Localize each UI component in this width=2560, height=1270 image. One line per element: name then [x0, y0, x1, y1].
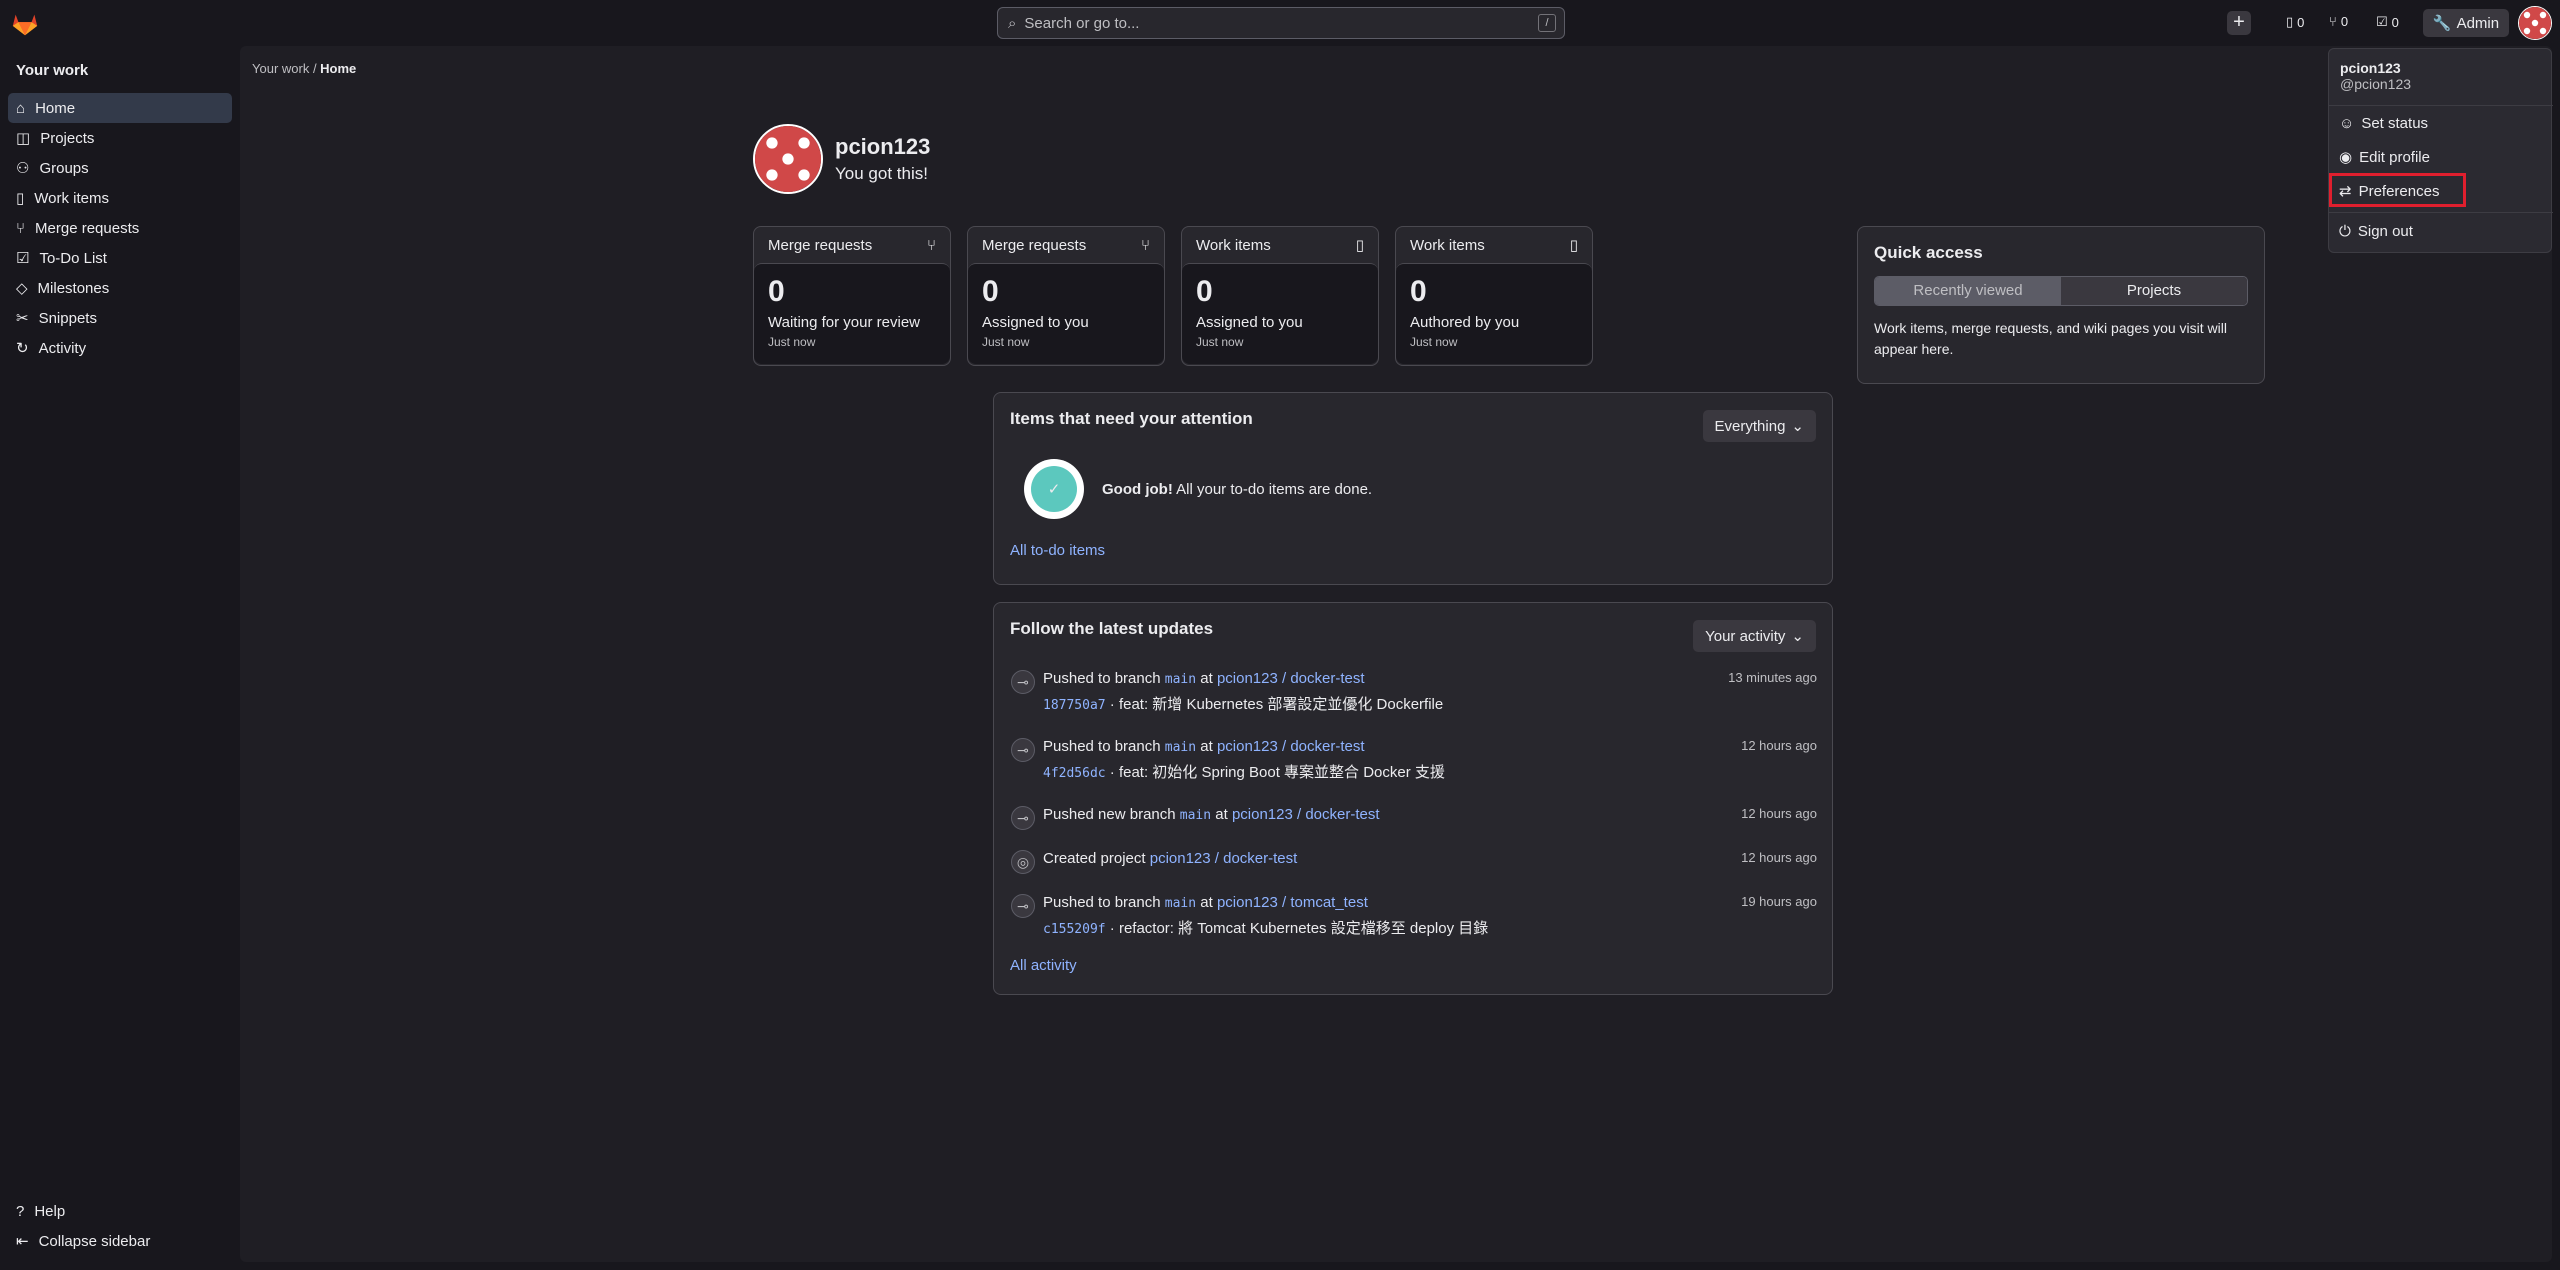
merge-request-icon: ⑂ [926, 236, 936, 254]
success-check-icon: ✓ [1024, 459, 1084, 519]
work-item-icon: ▯ [1355, 237, 1364, 254]
smile-icon: ☺ [2339, 114, 2355, 132]
quick-access-message: Work items, merge requests, and wiki pag… [1874, 320, 2227, 357]
todo-icon: ☑ [16, 250, 30, 267]
wrench-icon: 🔧 [2432, 15, 2452, 32]
edit-profile-menu-item[interactable]: ◉ Edit profile [2339, 145, 2430, 169]
user-menu: pcion123 @pcion123 ☺ Set status ◉ Edit prof… [2328, 48, 2553, 253]
chevron-down-icon: ⌄ [1791, 628, 1804, 645]
attention-card: Items that need your attention Everythin… [993, 392, 1833, 585]
breadcrumb-parent[interactable]: Your work [252, 61, 309, 76]
sign-out-menu-item[interactable]: ⏻ Sign out [2339, 219, 2413, 243]
sidebar-item-work-items[interactable]: ▯ Work items [8, 183, 232, 213]
activity-item: ⊸ Pushed to branch main at pcion123 / doc… [1009, 737, 1817, 805]
user-info: pcion123 @pcion123 [2340, 60, 2412, 92]
metric-card-review[interactable]: Merge requests ⑂ 0 Waiting for your review J… [753, 226, 951, 366]
activity-item: ⊸ Pushed new branch main at pcion123 / do… [1009, 805, 1817, 849]
commit-icon: ⊸ [1011, 806, 1035, 830]
merge-request-icon: ⑂ [16, 219, 26, 237]
groups-icon: ⚇ [16, 160, 30, 177]
work-item-icon: ▯ [1569, 237, 1578, 254]
sidebar-item-home[interactable]: ⌂ Home [8, 93, 232, 123]
commit-icon: ⊸ [1011, 670, 1035, 694]
profile-status: You got this! [835, 164, 928, 183]
menu-separator [2329, 212, 2553, 213]
set-status-menu-item[interactable]: ☺ Set status [2339, 111, 2428, 135]
sidebar-item-todo-list[interactable]: ☑ To-Do List [8, 243, 232, 273]
profile-header: pcion123 You got this! [753, 124, 930, 194]
metric-card-work-authored[interactable]: Work items ▯ 0 Authored by you Just now [1395, 226, 1593, 366]
create-new-button[interactable]: + [2227, 11, 2251, 35]
search-placeholder: Search or go to... [1024, 14, 1140, 32]
quick-access-card: Quick access Recently viewed Projects Wor… [1857, 226, 2265, 384]
everything-dropdown[interactable]: Everything ⌄ [1702, 410, 1816, 442]
top-bar: ⌕ Search or go to... / + ▯ 0 ⑂ 0 ☑ 0 🔧 Admin [0, 0, 2560, 46]
merge-request-icon: ⑂ [1140, 236, 1150, 254]
todos-counter[interactable]: ☑ 0 [2376, 14, 2399, 30]
sidebar-item-projects[interactable]: ◫ Projects [8, 123, 232, 153]
profile-name: pcion123 [835, 134, 931, 159]
sidebar: Your work ⌂ Home ◫ Projects ⚇ Groups ▯ Work … [0, 46, 240, 1270]
preferences-highlight [2329, 173, 2466, 207]
sidebar-item-activity[interactable]: ↻ Activity [8, 333, 232, 363]
profile-avatar [753, 124, 823, 194]
sidebar-title: Your work [16, 62, 89, 79]
activity-list: ⊸ Pushed to branch main at pcion123 / doc… [1009, 669, 1817, 961]
all-activity-link[interactable]: All activity [1010, 957, 1077, 974]
quick-access-tabs: Recently viewed Projects [1874, 276, 2248, 306]
power-icon: ⏻ [2339, 222, 2351, 240]
main-content: Your work / Home pcion123 You got this! M… [240, 46, 2552, 1262]
issues-icon: ▯ [2286, 14, 2294, 29]
breadcrumb: Your work / Home [252, 61, 357, 76]
activity-item: ◎ Created project pcion123 / docker-test 1… [1009, 849, 1817, 893]
tab-projects[interactable]: Projects [2061, 277, 2247, 305]
sidebar-nav: ⌂ Home ◫ Projects ⚇ Groups ▯ Work items ⑂ Mer… [8, 93, 232, 363]
collapse-icon: ⇤ [16, 1233, 29, 1250]
sidebar-item-milestones[interactable]: ◇ Milestones [8, 273, 232, 303]
activity-filter-dropdown[interactable]: Your activity ⌄ [1693, 620, 1816, 652]
metric-card-work-assigned[interactable]: Work items ▯ 0 Assigned to you Just now [1181, 226, 1379, 366]
collapse-sidebar-button[interactable]: ⇤ Collapse sidebar [8, 1226, 232, 1256]
sidebar-item-merge-requests[interactable]: ⑂ Merge requests [8, 213, 232, 243]
metric-card-mr-assigned[interactable]: Merge requests ⑂ 0 Assigned to you Just now [967, 226, 1165, 366]
sidebar-bottom-nav: ? Help ⇤ Collapse sidebar [8, 1196, 232, 1256]
todo-icon: ☑ [2376, 14, 2388, 29]
menu-separator [2329, 105, 2553, 106]
issues-counter[interactable]: ▯ 0 [2286, 14, 2304, 30]
help-icon: ? [16, 1202, 25, 1220]
commit-icon: ⊸ [1011, 894, 1035, 918]
gitlab-logo-icon[interactable] [10, 8, 40, 38]
merge-request-icon: ⑂ [2329, 14, 2337, 29]
sidebar-item-groups[interactable]: ⚇ Groups [8, 153, 232, 183]
home-icon: ⌂ [16, 99, 26, 117]
profile-icon: ◉ [2339, 149, 2353, 166]
activity-item: ⊸ Pushed to branch main at pcion123 / tom… [1009, 893, 1817, 961]
search-shortcut: / [1538, 14, 1556, 32]
work-item-icon: ▯ [16, 190, 25, 207]
admin-button[interactable]: 🔧 Admin [2423, 9, 2509, 37]
snippet-icon: ✂ [16, 310, 29, 327]
help-button[interactable]: ? Help [8, 1196, 232, 1226]
attention-title: Items that need your attention [1010, 409, 1253, 428]
project-icon: ◎ [1011, 850, 1035, 874]
activity-icon: ↻ [16, 340, 29, 357]
sidebar-item-snippets[interactable]: ✂ Snippets [8, 303, 232, 333]
quick-access-title: Quick access [1874, 243, 1983, 262]
updates-card: Follow the latest updates Your activity ⌄… [993, 602, 1833, 995]
project-icon: ◫ [16, 130, 31, 147]
search-icon: ⌕ [1008, 14, 1017, 32]
todo-done-message: ✓ Good job! All your to-do items are done… [1024, 459, 1372, 519]
all-todo-items-link[interactable]: All to-do items [1010, 542, 1105, 559]
chevron-down-icon: ⌄ [1791, 418, 1804, 435]
tab-recently-viewed[interactable]: Recently viewed [1875, 277, 2061, 305]
commit-icon: ⊸ [1011, 738, 1035, 762]
activity-item: ⊸ Pushed to branch main at pcion123 / doc… [1009, 669, 1817, 737]
merge-requests-counter[interactable]: ⑂ 0 [2329, 14, 2348, 29]
breadcrumb-current: Home [320, 61, 357, 76]
milestone-icon: ◇ [16, 280, 28, 297]
search-input[interactable]: ⌕ Search or go to... / [997, 7, 1565, 39]
user-avatar[interactable] [2518, 6, 2552, 40]
